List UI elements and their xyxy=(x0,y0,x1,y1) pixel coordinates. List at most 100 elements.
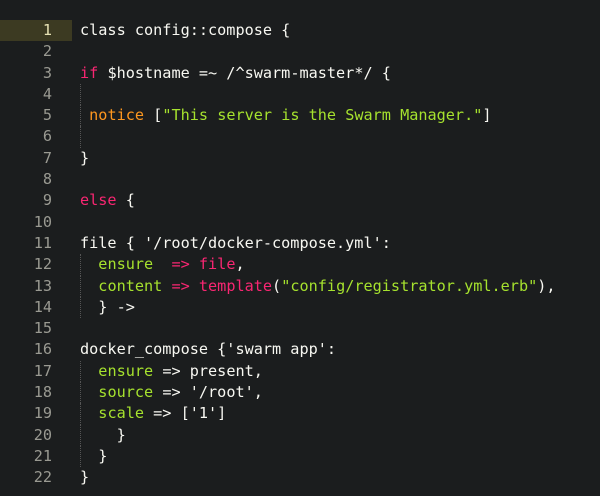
code-token: ] xyxy=(482,106,492,125)
line-gutter: 2 xyxy=(0,41,72,62)
code-token: , xyxy=(235,255,245,274)
code-line[interactable]: 16 docker_compose {'swarm app': xyxy=(0,339,600,360)
code-token: if xyxy=(80,63,99,82)
code-text[interactable] xyxy=(72,169,80,190)
line-gutter: 1 xyxy=(0,20,72,42)
line-gutter: 14 xyxy=(0,297,72,318)
code-token: ( xyxy=(272,276,282,295)
line-number: 14 xyxy=(33,297,52,316)
code-line[interactable]: 20 } xyxy=(0,424,600,446)
line-gutter: 16 xyxy=(0,339,72,360)
code-text[interactable] xyxy=(72,126,81,148)
code-line[interactable]: 10 xyxy=(0,212,600,233)
code-token: file { '/root/docker-compose.yml': xyxy=(80,233,391,252)
code-text[interactable] xyxy=(72,83,81,106)
code-line[interactable]: 1 class config::compose { xyxy=(0,20,600,42)
line-number: 11 xyxy=(33,233,52,252)
line-gutter: 9 xyxy=(0,190,72,211)
line-gutter: 12 xyxy=(0,254,72,275)
code-line[interactable]: 15 xyxy=(0,318,600,339)
line-gutter: 17 xyxy=(0,361,72,382)
code-line[interactable]: 14 } -> xyxy=(0,296,600,319)
code-text[interactable]: ensure => present, xyxy=(72,360,263,383)
code-line[interactable]: 19 scale => ['1'] xyxy=(0,403,600,425)
code-line[interactable]: 2 xyxy=(0,41,600,62)
line-gutter: 4 xyxy=(0,84,72,105)
line-number: 2 xyxy=(42,42,52,61)
code-lines[interactable]: 1 class config::compose {2 3 if $hostname =… xyxy=(0,20,600,489)
line-number: 13 xyxy=(33,276,52,295)
code-token: } -> xyxy=(98,297,135,316)
line-gutter: 10 xyxy=(0,212,72,233)
indent-guide xyxy=(80,275,81,297)
line-number: 9 xyxy=(42,191,52,210)
code-token: file xyxy=(198,255,236,274)
code-text[interactable] xyxy=(72,318,80,339)
code-text[interactable]: else { xyxy=(72,190,135,211)
code-line[interactable]: 4 xyxy=(0,83,600,106)
code-line[interactable]: 11 file { '/root/docker-compose.yml': xyxy=(0,233,600,254)
code-text[interactable]: notice ["This server is the Swarm Manage… xyxy=(72,105,492,127)
indent-guide xyxy=(80,382,81,404)
code-token: $hostname =~ /^swarm-master*/ { xyxy=(98,63,391,82)
code-line[interactable]: 9 else { xyxy=(0,190,600,211)
line-number: 17 xyxy=(33,361,52,380)
code-line[interactable]: 8 xyxy=(0,169,600,190)
code-token: } xyxy=(98,446,108,465)
code-text[interactable]: docker_compose {'swarm app': xyxy=(72,339,336,360)
code-text[interactable]: ensure => file, xyxy=(72,254,245,276)
code-text[interactable]: } xyxy=(72,445,108,468)
code-text[interactable]: } -> xyxy=(72,296,135,319)
code-line[interactable]: 6 xyxy=(0,126,600,148)
line-number: 4 xyxy=(42,84,52,103)
code-line[interactable]: 13 content => template("config/registrat… xyxy=(0,275,600,297)
line-number: 12 xyxy=(33,255,52,274)
code-line[interactable]: 7} xyxy=(0,148,600,169)
code-token: ensure xyxy=(98,255,154,274)
indent-guide xyxy=(80,296,81,319)
indent-guide xyxy=(80,424,81,446)
indent-guide xyxy=(80,126,81,148)
code-line[interactable]: 21 } xyxy=(0,445,600,468)
code-line[interactable]: 18 source => '/root', xyxy=(0,382,600,404)
code-line[interactable]: 17 ensure => present, xyxy=(0,360,600,383)
code-text[interactable]: class config::compose { xyxy=(72,20,290,41)
code-token: "This server is the Swarm Manager." xyxy=(162,106,483,125)
code-line[interactable]: 12 ensure => file, xyxy=(0,254,600,276)
line-number: 22 xyxy=(33,468,52,487)
code-text[interactable]: file { '/root/docker-compose.yml': xyxy=(72,233,391,254)
code-editor[interactable]: 1 class config::compose {2 3 if $hostname =… xyxy=(0,0,600,496)
line-gutter: 20 xyxy=(0,425,72,446)
line-number: 8 xyxy=(42,170,52,189)
code-line[interactable]: 3 if $hostname =~ /^swarm-master*/ { xyxy=(0,63,600,84)
code-token: source xyxy=(98,383,154,402)
code-line[interactable]: 22} xyxy=(0,467,600,488)
code-text[interactable]: if $hostname =~ /^swarm-master*/ { xyxy=(72,63,391,84)
code-text[interactable]: source => '/root', xyxy=(72,382,263,404)
code-token: => present, xyxy=(153,361,263,380)
code-text[interactable] xyxy=(72,41,80,62)
code-text[interactable]: } xyxy=(72,424,126,446)
line-number: 16 xyxy=(33,340,52,359)
code-text[interactable]: } xyxy=(72,467,89,488)
line-number: 6 xyxy=(42,127,52,146)
line-gutter: 8 xyxy=(0,169,72,190)
line-number: 10 xyxy=(33,212,52,231)
line-number: 18 xyxy=(33,383,52,402)
indent-guide xyxy=(80,360,81,383)
code-line[interactable]: 5 notice ["This server is the Swarm Mana… xyxy=(0,105,600,127)
line-gutter: 18 xyxy=(0,382,72,403)
code-text[interactable]: content => template("config/registrator.… xyxy=(72,275,556,297)
code-text[interactable]: } xyxy=(72,148,89,169)
code-text[interactable]: scale => ['1'] xyxy=(72,403,227,425)
code-token: => ['1'] xyxy=(144,404,227,423)
code-text[interactable] xyxy=(72,212,80,233)
line-gutter: 3 xyxy=(0,63,72,84)
line-number: 20 xyxy=(33,425,52,444)
